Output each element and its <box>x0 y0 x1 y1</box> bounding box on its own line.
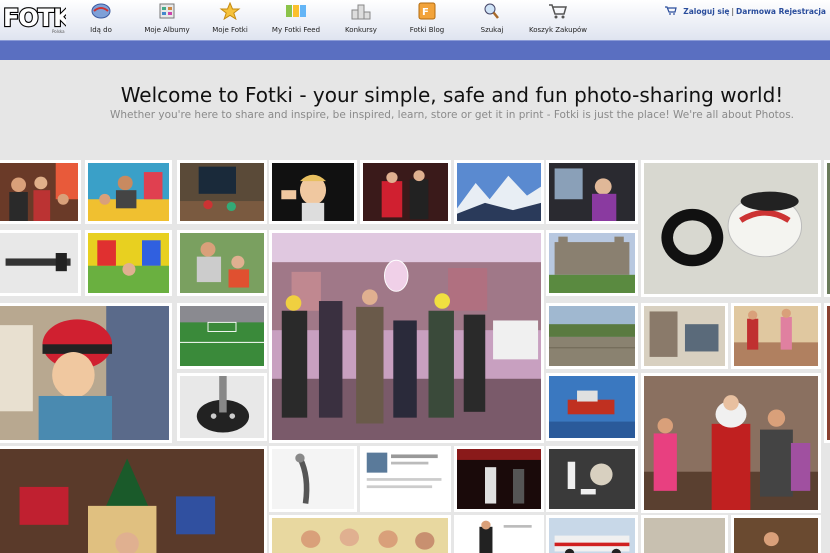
building-edge-photo[interactable] <box>824 160 830 297</box>
svg-text:F: F <box>422 7 429 18</box>
globe-icon <box>91 3 111 19</box>
mountain-landscape-photo[interactable] <box>454 160 544 224</box>
nav-szukaj[interactable]: Szukaj <box>462 0 522 40</box>
rubber-gaskets-photo[interactable] <box>641 160 821 297</box>
red-building-photo[interactable] <box>824 303 830 443</box>
nav-my-fotki-feed[interactable]: My Fotki Feed <box>266 0 326 40</box>
carnival-parade-photo[interactable] <box>269 230 544 443</box>
small-objects-photo[interactable] <box>546 446 638 512</box>
party-room-photo[interactable] <box>731 303 821 369</box>
svg-text:Polska: Polska <box>52 29 65 34</box>
christmas-gifts-photo[interactable] <box>0 446 267 553</box>
nav-konkursy[interactable]: Konkursy <box>331 0 391 40</box>
auth-separator: | <box>731 7 735 16</box>
christmas-family-photo[interactable] <box>641 373 821 513</box>
nav-fotki-blog[interactable]: F Fotki Blog <box>397 0 457 40</box>
welcome-title: Welcome to Fotki - your simple, safe and… <box>120 83 784 107</box>
register-link[interactable]: Darmowa Rejestracja <box>736 7 826 16</box>
kids-playing-photo[interactable] <box>85 160 172 224</box>
nav-koszyk-zakupow[interactable]: Koszyk Zakupów <box>528 0 588 40</box>
cart-icon <box>549 4 567 19</box>
ceremony-photo[interactable] <box>641 515 728 553</box>
dancers-photo[interactable] <box>360 160 451 224</box>
wooden-room-photo[interactable] <box>731 515 821 553</box>
blue-header-strip <box>0 40 830 60</box>
living-room-photo[interactable] <box>177 160 267 224</box>
cart-icon[interactable] <box>665 6 678 15</box>
auth-links: Zaloguj się | Darmowa Rejestracja <box>665 6 826 16</box>
group-men-photo[interactable] <box>269 515 451 553</box>
svg-text:FOTKI: FOTKI <box>3 4 66 32</box>
login-link[interactable]: Zaloguj się <box>683 7 729 16</box>
football-stadium-photo[interactable] <box>177 303 267 369</box>
dancer-pose-photo[interactable] <box>269 446 357 512</box>
metal-part-photo[interactable] <box>177 373 267 441</box>
star-icon <box>219 2 241 20</box>
magnifier-icon <box>484 3 499 19</box>
fotki-logo[interactable]: FOTKI Polska <box>2 0 66 36</box>
boy-helmet-photo[interactable] <box>0 303 172 443</box>
blog-icon: F <box>418 2 436 20</box>
podium-icon <box>351 4 371 20</box>
pipe-tool-photo[interactable] <box>0 230 81 296</box>
photo-mosaic <box>0 160 830 553</box>
bouncy-castle-photo[interactable] <box>85 230 172 296</box>
laughing-child-photo[interactable] <box>269 160 357 224</box>
fashion-model-photo[interactable] <box>454 515 544 553</box>
woman-sitting-photo[interactable] <box>177 230 267 296</box>
nav-moje-albumy[interactable]: Moje Albumy <box>137 0 197 40</box>
stone-wall-photo[interactable] <box>546 303 638 369</box>
office-interior-photo[interactable] <box>641 303 728 369</box>
welcome-subtitle: Whether you're here to share and inspire… <box>109 109 795 121</box>
race-car-photo[interactable] <box>546 515 638 553</box>
stage-performance-photo[interactable] <box>454 446 544 512</box>
album-icon <box>159 3 175 19</box>
nav-ida-do[interactable]: Idą do <box>71 0 131 40</box>
nav-moje-fotki[interactable]: Moje Fotki <box>200 0 260 40</box>
social-post-photo[interactable] <box>360 446 451 512</box>
stone-castle-photo[interactable] <box>546 230 638 296</box>
feed-icon <box>286 5 306 17</box>
boat-harbor-photo[interactable] <box>546 373 638 441</box>
top-navigation: FOTKI Polska Idą do Moje Albumy Moje Fot… <box>0 0 830 40</box>
family-group-photo[interactable] <box>0 160 81 224</box>
child-car-seat-photo[interactable] <box>546 160 638 224</box>
